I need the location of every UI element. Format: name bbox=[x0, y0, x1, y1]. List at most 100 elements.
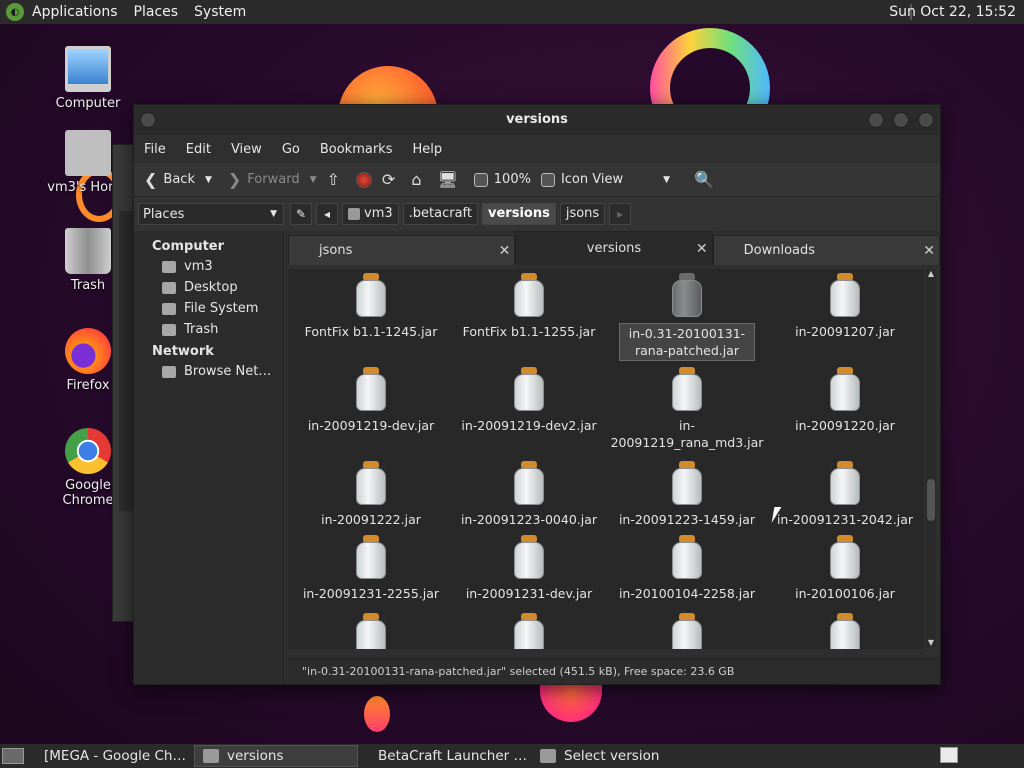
file-item[interactable]: in-20091219-dev.jar bbox=[292, 367, 450, 434]
window-titlebar[interactable]: versions bbox=[134, 105, 940, 135]
file-item[interactable]: in-20091231-dev.jar bbox=[450, 535, 608, 602]
sidebar-heading-computer: Computer bbox=[152, 239, 225, 254]
file-item[interactable]: in-20091223-1459.jar bbox=[608, 461, 766, 528]
minimize-button[interactable] bbox=[868, 112, 884, 128]
scroll-up-icon[interactable]: ▲ bbox=[926, 269, 936, 278]
file-item[interactable]: in-20091223-0040.jar bbox=[450, 461, 608, 528]
menu-go[interactable]: Go bbox=[282, 142, 300, 157]
file-item[interactable]: in-20091231-2255.jar bbox=[292, 535, 450, 602]
file-item[interactable]: FontFix b1.1-1245.jar bbox=[292, 273, 450, 340]
tab-bar: jsons ✕ versions ✕ Downloads ✕ bbox=[288, 231, 940, 265]
menu-bookmarks[interactable]: Bookmarks bbox=[320, 142, 393, 157]
sidebar-type-select[interactable]: Places ▼ bbox=[138, 203, 284, 225]
close-tab-icon[interactable]: ✕ bbox=[499, 236, 511, 266]
jar-file-icon bbox=[672, 367, 702, 413]
close-tab-icon[interactable]: ✕ bbox=[923, 236, 935, 266]
jar-file-icon bbox=[356, 613, 386, 649]
menu-edit[interactable]: Edit bbox=[186, 142, 211, 157]
file-name: in-20091231-dev.jar bbox=[465, 586, 593, 601]
file-item[interactable]: in-20091219_rana_md3.jar bbox=[608, 367, 766, 451]
file-item[interactable]: in-20091219-dev2.jar bbox=[450, 367, 608, 434]
breadcrumb: ✎ ◂ vm3 .betacraft versions jsons ▸ bbox=[290, 202, 635, 226]
vertical-scrollbar[interactable]: ▲ ▼ bbox=[926, 269, 936, 647]
breadcrumb-versions[interactable]: versions bbox=[482, 203, 556, 225]
applications-menu[interactable]: Applications bbox=[32, 4, 118, 20]
computer-button[interactable]: 🖥 bbox=[437, 170, 463, 189]
file-item[interactable] bbox=[766, 613, 924, 649]
up-arrow-icon: ⇧ bbox=[326, 170, 340, 189]
scrollbar-thumb[interactable] bbox=[927, 479, 935, 521]
content-pane: jsons ✕ versions ✕ Downloads ✕ FontFix b… bbox=[288, 231, 940, 684]
file-item[interactable] bbox=[608, 613, 766, 649]
zoom-out-icon[interactable] bbox=[473, 172, 488, 187]
menubar: File Edit View Go Bookmarks Help bbox=[134, 135, 940, 163]
sidebar-item-vm3[interactable]: vm3 bbox=[134, 256, 283, 277]
sidebar-item-browse-network[interactable]: Browse Net… bbox=[134, 361, 283, 382]
breadcrumb-jsons[interactable]: jsons bbox=[559, 203, 606, 225]
back-button[interactable]: ❮ Back ▼ bbox=[144, 170, 212, 189]
clock[interactable]: Sun Oct 22, 15:52 bbox=[889, 4, 1016, 20]
taskbar-item-versions[interactable]: versions bbox=[194, 745, 358, 767]
file-item[interactable]: FontFix b1.1-1255.jar bbox=[450, 273, 608, 340]
home-icon bbox=[348, 208, 360, 220]
file-manager-window: versions File Edit View Go Bookmarks Hel… bbox=[133, 104, 941, 685]
file-item[interactable] bbox=[292, 613, 450, 649]
taskbar-item-select-version[interactable]: Select version bbox=[532, 745, 692, 767]
mate-logo-icon[interactable]: ◐ bbox=[6, 3, 24, 21]
jar-file-icon bbox=[830, 535, 860, 581]
sidebar-item-file-system[interactable]: File System bbox=[134, 298, 283, 319]
tab-jsons[interactable]: jsons ✕ bbox=[288, 235, 516, 266]
file-icon-view[interactable]: FontFix b1.1-1245.jar FontFix b1.1-1255.j… bbox=[288, 269, 924, 649]
taskbar-item-chrome[interactable]: [MEGA - Google Ch… bbox=[28, 745, 190, 767]
menu-view[interactable]: View bbox=[231, 142, 262, 157]
file-item[interactable]: in-0.31-20100131-rana-patched.jar bbox=[608, 273, 766, 361]
taskbar-item-betacraft[interactable]: BetaCraft Launcher … bbox=[362, 745, 528, 767]
breadcrumb-vm3[interactable]: vm3 bbox=[342, 203, 399, 225]
desktop-computer[interactable]: Computer bbox=[43, 46, 133, 111]
zoom-control[interactable]: 100% bbox=[473, 172, 531, 187]
forward-button[interactable]: ❯ Forward ▼ bbox=[228, 170, 317, 189]
status-bar: "in-0.31-20100131-rana-patched.jar" sele… bbox=[288, 658, 940, 684]
stop-icon bbox=[355, 171, 372, 188]
stop-button[interactable] bbox=[355, 171, 372, 188]
search-button[interactable]: 🔍 bbox=[694, 170, 720, 189]
file-item[interactable]: in-20091231-2042.jar bbox=[766, 461, 924, 528]
menu-help[interactable]: Help bbox=[412, 142, 442, 157]
tab-versions[interactable]: versions ✕ bbox=[515, 231, 713, 266]
show-desktop-icon[interactable] bbox=[2, 748, 24, 764]
breadcrumb-label: vm3 bbox=[364, 206, 393, 221]
home-button[interactable]: ⌂ bbox=[411, 170, 427, 189]
back-arrow-icon: ❮ bbox=[144, 170, 158, 189]
sidebar-item-trash[interactable]: Trash bbox=[134, 319, 283, 340]
back-history-dropdown-icon[interactable]: ▼ bbox=[205, 175, 212, 185]
window-menu-button[interactable] bbox=[140, 112, 156, 128]
workspace-switcher[interactable] bbox=[940, 747, 958, 763]
menu-file[interactable]: File bbox=[144, 142, 166, 157]
up-button[interactable]: ⇧ bbox=[327, 170, 346, 189]
file-item[interactable]: in-20091222.jar bbox=[292, 461, 450, 528]
scroll-down-icon[interactable]: ▼ bbox=[926, 638, 936, 647]
sidebar-item-label: File System bbox=[184, 301, 259, 316]
system-menu[interactable]: System bbox=[194, 4, 246, 20]
zoom-in-icon[interactable] bbox=[540, 172, 555, 187]
breadcrumb-right-icon[interactable]: ▸ bbox=[609, 203, 632, 225]
file-item[interactable]: in-20100104-2258.jar bbox=[608, 535, 766, 602]
file-item[interactable]: in-20091207.jar bbox=[766, 273, 924, 340]
top-panel: ◐ Applications Places System Sun Oct 22,… bbox=[0, 0, 1024, 24]
forward-history-dropdown-icon[interactable]: ▼ bbox=[310, 175, 317, 185]
file-item[interactable]: in-20100106.jar bbox=[766, 535, 924, 602]
places-menu[interactable]: Places bbox=[134, 4, 179, 20]
reload-button[interactable]: ⟳ bbox=[382, 170, 401, 189]
file-item[interactable] bbox=[450, 613, 608, 649]
breadcrumb-betacraft[interactable]: .betacraft bbox=[402, 203, 478, 225]
jar-file-icon bbox=[672, 461, 702, 507]
breadcrumb-left-icon[interactable]: ◂ bbox=[316, 203, 338, 225]
maximize-button[interactable] bbox=[893, 112, 909, 128]
file-item[interactable]: in-20091220.jar bbox=[766, 367, 924, 434]
tab-downloads[interactable]: Downloads ✕ bbox=[712, 235, 940, 266]
view-mode-select[interactable]: Icon View ▼ bbox=[540, 172, 670, 187]
close-tab-icon[interactable]: ✕ bbox=[696, 232, 708, 266]
close-button[interactable] bbox=[918, 112, 934, 128]
sidebar-item-desktop[interactable]: Desktop bbox=[134, 277, 283, 298]
toggle-location-entry-icon[interactable]: ✎ bbox=[290, 203, 312, 225]
